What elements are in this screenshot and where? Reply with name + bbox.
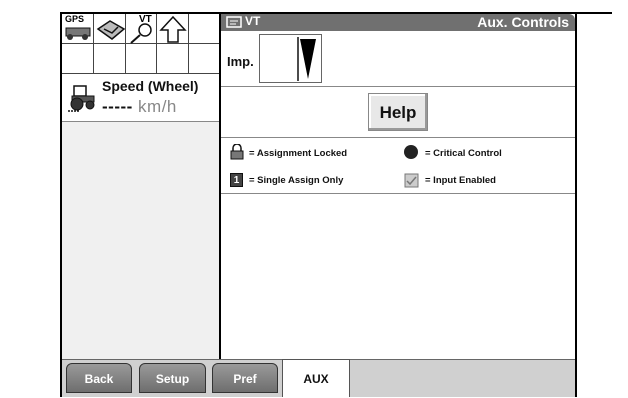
empty-shortcut-slot[interactable]	[126, 44, 157, 74]
gps-receiver-icon	[65, 27, 91, 40]
empty-shortcut-slot[interactable]	[62, 44, 94, 74]
legend-critical-control: = Critical Control	[425, 148, 502, 159]
implement-indicator-icon	[297, 37, 316, 81]
empty-shortcut-slot[interactable]	[189, 44, 220, 74]
gps-label: GPS	[65, 14, 85, 24]
tab-aux[interactable]: AUX	[282, 359, 350, 397]
vt-shortcut[interactable]: VT	[126, 14, 157, 44]
speed-value: -----	[102, 97, 133, 116]
aux-content-area	[221, 194, 575, 359]
input-enabled-checkbox-icon	[404, 173, 419, 188]
empty-shortcut-slot[interactable]	[94, 44, 126, 74]
back-button[interactable]: Back	[66, 363, 132, 393]
frame-left-border	[60, 12, 62, 397]
empty-shortcut-slot[interactable]	[189, 14, 220, 44]
page-title: Aux. Controls	[477, 14, 569, 30]
implement-label: Imp.	[227, 54, 254, 69]
single-assign-icon: 1	[230, 173, 243, 187]
tractor-icon	[68, 85, 95, 112]
legend-single-assign: = Single Assign Only	[249, 175, 344, 186]
speed-value-line: ----- km/h	[102, 97, 177, 117]
screen-icon	[226, 16, 242, 28]
guidance-shortcut[interactable]	[94, 14, 126, 44]
implement-selector[interactable]	[259, 34, 322, 83]
shortcut-icon-grid: GPS VT	[62, 14, 220, 74]
speed-unit: km/h	[138, 97, 177, 116]
speed-title: Speed (Wheel)	[102, 78, 199, 94]
magnifier-icon	[130, 23, 152, 44]
tab-setup[interactable]: Setup	[139, 363, 206, 393]
legend-input-enabled: = Input Enabled	[425, 175, 496, 186]
lock-icon	[230, 144, 244, 160]
tab-pref[interactable]: Pref	[212, 363, 278, 393]
up-shortcut[interactable]	[157, 14, 189, 44]
frame-right-border	[575, 12, 577, 397]
gps-shortcut[interactable]: GPS	[62, 14, 94, 44]
empty-shortcut-slot[interactable]	[157, 44, 189, 74]
guidance-book-icon	[96, 20, 126, 40]
up-arrow-icon	[159, 15, 187, 43]
help-button[interactable]: Help	[368, 93, 428, 131]
legend-assignment-locked: = Assignment Locked	[249, 148, 348, 159]
legend-panel: = Assignment Locked = Critical Control 1…	[221, 138, 575, 194]
header-bar: VT Aux. Controls	[221, 14, 575, 31]
header-badge: VT	[245, 14, 261, 28]
critical-control-icon	[404, 145, 418, 159]
